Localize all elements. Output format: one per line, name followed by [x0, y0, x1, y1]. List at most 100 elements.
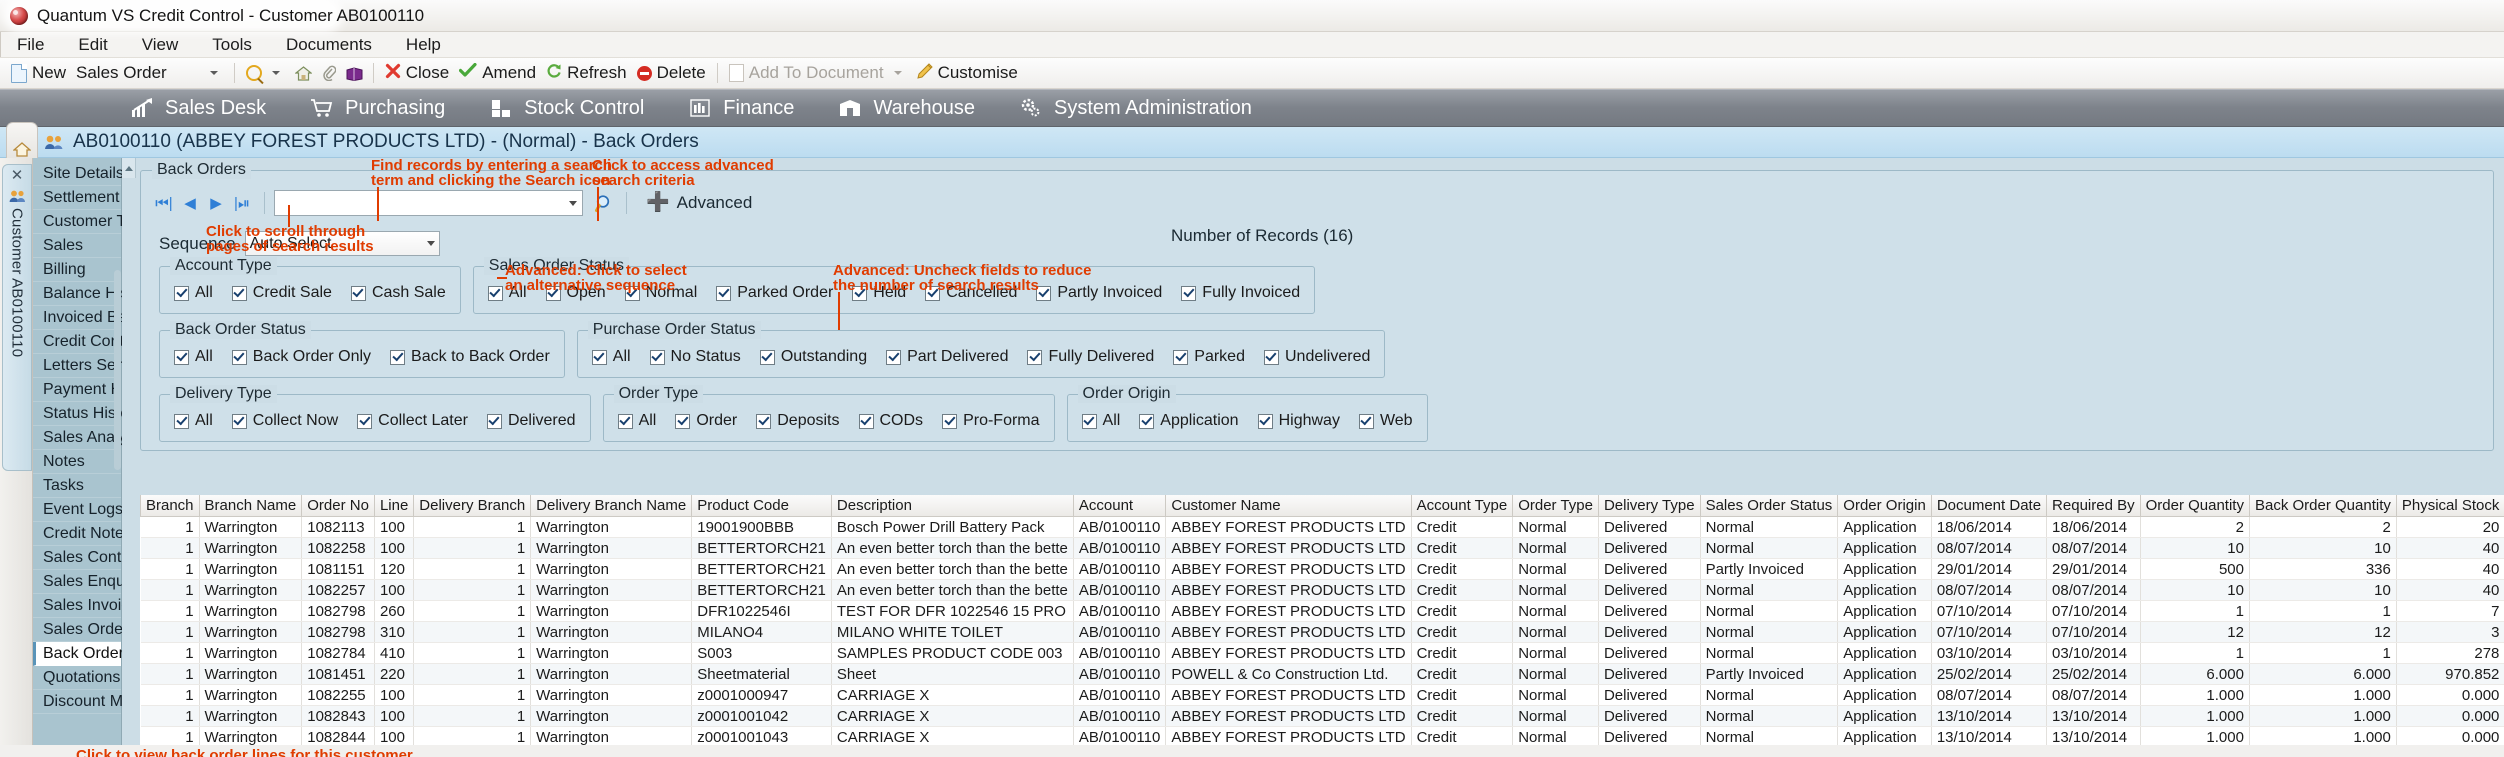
checkbox-ot-pro-forma[interactable]: Pro-Forma [942, 412, 1039, 430]
sidebar-item-sales-analysis[interactable]: Sales Analysis [33, 426, 121, 450]
checkbox-account-type-credit-sale[interactable]: Credit Sale [232, 284, 332, 302]
next-page-button[interactable]: ▶ [203, 192, 229, 214]
column-header-account[interactable]: Account [1073, 495, 1165, 517]
column-header-order-type[interactable]: Order Type [1513, 495, 1599, 517]
checkbox-box[interactable] [1258, 414, 1273, 429]
sidebar-item-event-logs[interactable]: Event Logs [33, 498, 121, 522]
table-row[interactable]: 1Warrington10822551001Warringtonz0001000… [141, 685, 2504, 706]
sidebar-item-status-history[interactable]: Status History [33, 402, 121, 426]
column-header-delivery-branch-name[interactable]: Delivery Branch Name [531, 495, 692, 517]
checkbox-oo-web[interactable]: Web [1359, 412, 1413, 430]
ribbon-item-stock-control[interactable]: Stock Control [467, 90, 666, 126]
checkbox-box[interactable] [390, 350, 405, 365]
checkbox-pos-outstanding[interactable]: Outstanding [760, 348, 867, 366]
sidebar-item-credit-notes[interactable]: Credit Notes [33, 522, 121, 546]
checkbox-box[interactable] [488, 286, 503, 301]
customer-pinned-tab[interactable]: ✕ Customer AB0100110 [2, 164, 32, 471]
advanced-search-toggle[interactable]: ➕ Advanced [646, 193, 752, 213]
table-row[interactable]: 1Warrington10827844101WarringtonS003SAMP… [141, 643, 2504, 664]
checkbox-oo-all[interactable]: All [1082, 412, 1121, 430]
checkbox-box[interactable] [1027, 350, 1042, 365]
checkbox-box[interactable] [232, 286, 247, 301]
sidebar-item-letters-sent[interactable]: Letters Sent [33, 354, 121, 378]
checkbox-box[interactable] [716, 286, 731, 301]
table-row[interactable]: 1Warrington10827982601WarringtonDFR10225… [141, 601, 2504, 622]
main-scroll-up-button[interactable] [122, 158, 136, 178]
menu-item-documents[interactable]: Documents [269, 33, 389, 57]
checkbox-pos-parked[interactable]: Parked [1173, 348, 1245, 366]
checkbox-dt-collect-later[interactable]: Collect Later [357, 412, 468, 430]
checkbox-ot-all[interactable]: All [618, 412, 657, 430]
checkbox-box[interactable] [592, 350, 607, 365]
checkbox-box[interactable] [756, 414, 771, 429]
back-orders-grid[interactable]: BranchBranch NameOrder NoLineDelivery Br… [140, 495, 2504, 757]
checkbox-ot-deposits[interactable]: Deposits [756, 412, 839, 430]
checkbox-box[interactable] [174, 286, 189, 301]
checkbox-pos-undelivered[interactable]: Undelivered [1264, 348, 1370, 366]
sidebar-item-sales-enquiries[interactable]: Sales Enquiries [33, 570, 121, 594]
menu-item-help[interactable]: Help [389, 33, 458, 57]
sidebar-item-sales[interactable]: Sales [33, 234, 121, 258]
sidebar-item-credit-control[interactable]: Credit Control [33, 330, 121, 354]
search-input[interactable] [274, 190, 583, 216]
table-row[interactable]: 1Warrington10811511201WarringtonBETTERTO… [141, 559, 2504, 580]
checkbox-box[interactable] [232, 414, 247, 429]
first-page-button[interactable]: ⏮| [151, 192, 177, 214]
sidebar-scrollbar[interactable] [114, 270, 121, 470]
column-header-branch[interactable]: Branch [141, 495, 200, 517]
column-header-document-date[interactable]: Document Date [1931, 495, 2046, 517]
book-button[interactable] [341, 61, 367, 85]
ribbon-item-sales-desk[interactable]: Sales Desk [108, 90, 288, 126]
menu-item-tools[interactable]: Tools [195, 33, 269, 57]
checkbox-pos-no-status[interactable]: No Status [650, 348, 741, 366]
sidebar-item-tasks[interactable]: Tasks [33, 474, 121, 498]
table-row[interactable]: 1Warrington10821131001Warrington19001900… [141, 517, 2504, 538]
table-row[interactable]: 1Warrington10822571001WarringtonBETTERTO… [141, 580, 2504, 601]
checkbox-box[interactable] [1173, 350, 1188, 365]
checkbox-box[interactable] [174, 414, 189, 429]
attachment-button[interactable] [317, 61, 341, 85]
checkbox-box[interactable] [886, 350, 901, 365]
menu-item-file[interactable]: File [0, 33, 61, 57]
ribbon-item-finance[interactable]: Finance [666, 90, 816, 126]
checkbox-box[interactable] [174, 350, 189, 365]
sidebar-item-settlement-terms[interactable]: Settlement Terms [33, 186, 121, 210]
sidebar-item-customer-transactions[interactable]: Customer Transactions [33, 210, 121, 234]
previous-page-button[interactable]: ◀ [177, 192, 203, 214]
checkbox-box[interactable] [1181, 286, 1196, 301]
column-header-physical-stock[interactable]: Physical Stock [2396, 495, 2504, 517]
close-icon[interactable]: ✕ [11, 170, 24, 182]
sidebar-item-balance-history[interactable]: Balance History [33, 282, 121, 306]
checkbox-bos-all[interactable]: All [174, 348, 213, 366]
new-button[interactable]: New [6, 61, 71, 85]
sidebar-item-site-details[interactable]: Site Details [33, 162, 121, 186]
checkbox-account-type-all[interactable]: All [174, 284, 213, 302]
checkbox-pos-part-delivered[interactable]: Part Delivered [886, 348, 1008, 366]
column-header-back-order-quantity[interactable]: Back Order Quantity [2249, 495, 2396, 517]
home-tab[interactable] [6, 122, 38, 161]
sidebar-item-payment-history[interactable]: Payment History [33, 378, 121, 402]
sidebar-item-back-orders[interactable]: Back Orders [33, 642, 121, 666]
checkbox-box[interactable] [760, 350, 775, 365]
close-button[interactable]: Close [380, 61, 454, 85]
checkbox-box[interactable] [232, 350, 247, 365]
toolbar-search-button[interactable] [241, 61, 290, 85]
sidebar-item-sales-orders[interactable]: Sales Orders [33, 618, 121, 642]
checkbox-box[interactable] [1264, 350, 1279, 365]
checkbox-account-type-cash-sale[interactable]: Cash Sale [351, 284, 446, 302]
sidebar-item-invoiced-batches[interactable]: Invoiced Batches [33, 306, 121, 330]
column-header-branch-name[interactable]: Branch Name [199, 495, 302, 517]
checkbox-bos-back-order-only[interactable]: Back Order Only [232, 348, 371, 366]
checkbox-oo-application[interactable]: Application [1139, 412, 1238, 430]
checkbox-sos-parked-order[interactable]: Parked Order [716, 284, 833, 302]
checkbox-bos-back-to-back-order[interactable]: Back to Back Order [390, 348, 550, 366]
chevron-down-icon[interactable] [569, 201, 577, 206]
column-header-line[interactable]: Line [374, 495, 413, 517]
last-page-button[interactable]: |⏯ [229, 192, 255, 214]
sidebar-item-billing[interactable]: Billing [33, 258, 121, 282]
sidebar-item-sales-invoices[interactable]: Sales Invoices [33, 594, 121, 618]
column-header-sales-order-status[interactable]: Sales Order Status [1700, 495, 1838, 517]
table-row[interactable]: 1Warrington10814512201WarringtonSheetmat… [141, 664, 2504, 685]
checkbox-box[interactable] [675, 414, 690, 429]
checkbox-dt-all[interactable]: All [174, 412, 213, 430]
